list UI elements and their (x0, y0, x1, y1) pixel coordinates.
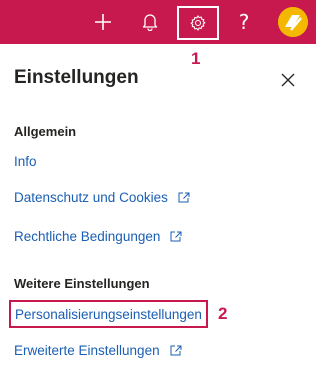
section-heading-general: Allgemein (14, 124, 77, 139)
add-button[interactable] (86, 4, 120, 40)
close-button[interactable] (278, 70, 298, 90)
avatar-logo-icon (278, 7, 308, 37)
callout-number-1: 1 (191, 49, 201, 68)
link-legal-label: Rechtliche Bedingungen (14, 229, 161, 244)
external-link-icon (178, 192, 190, 203)
link-legal-terms[interactable]: Rechtliche Bedingungen (14, 229, 182, 244)
bell-icon (142, 14, 158, 31)
external-link-icon (170, 231, 182, 242)
panel-title: Einstellungen (14, 67, 139, 88)
close-icon (281, 73, 295, 87)
add-icon (95, 14, 111, 30)
external-link-icon (170, 345, 182, 356)
link-privacy-label: Datenschutz und Cookies (14, 190, 168, 205)
link-advanced-label: Erweiterte Einstellungen (14, 343, 160, 358)
link-personalization-label: Personalisierungseinstellungen (15, 306, 202, 322)
notifications-button[interactable] (133, 4, 167, 40)
avatar[interactable] (278, 7, 308, 37)
help-button[interactable]: ? (227, 4, 261, 40)
link-info[interactable]: Info (14, 154, 37, 169)
link-privacy-cookies[interactable]: Datenschutz und Cookies (14, 190, 190, 205)
callout-number-2: 2 (218, 304, 228, 323)
link-personalization-settings[interactable]: Personalisierungseinstellungen (9, 300, 208, 328)
link-advanced-settings[interactable]: Erweiterte Einstellungen (14, 343, 182, 358)
top-bar: ? (0, 0, 316, 44)
help-icon: ? (238, 10, 250, 34)
link-info-label: Info (14, 154, 37, 169)
settings-button[interactable] (177, 6, 219, 40)
gear-icon (190, 15, 206, 31)
section-heading-more-settings: Weitere Einstellungen (14, 276, 150, 291)
